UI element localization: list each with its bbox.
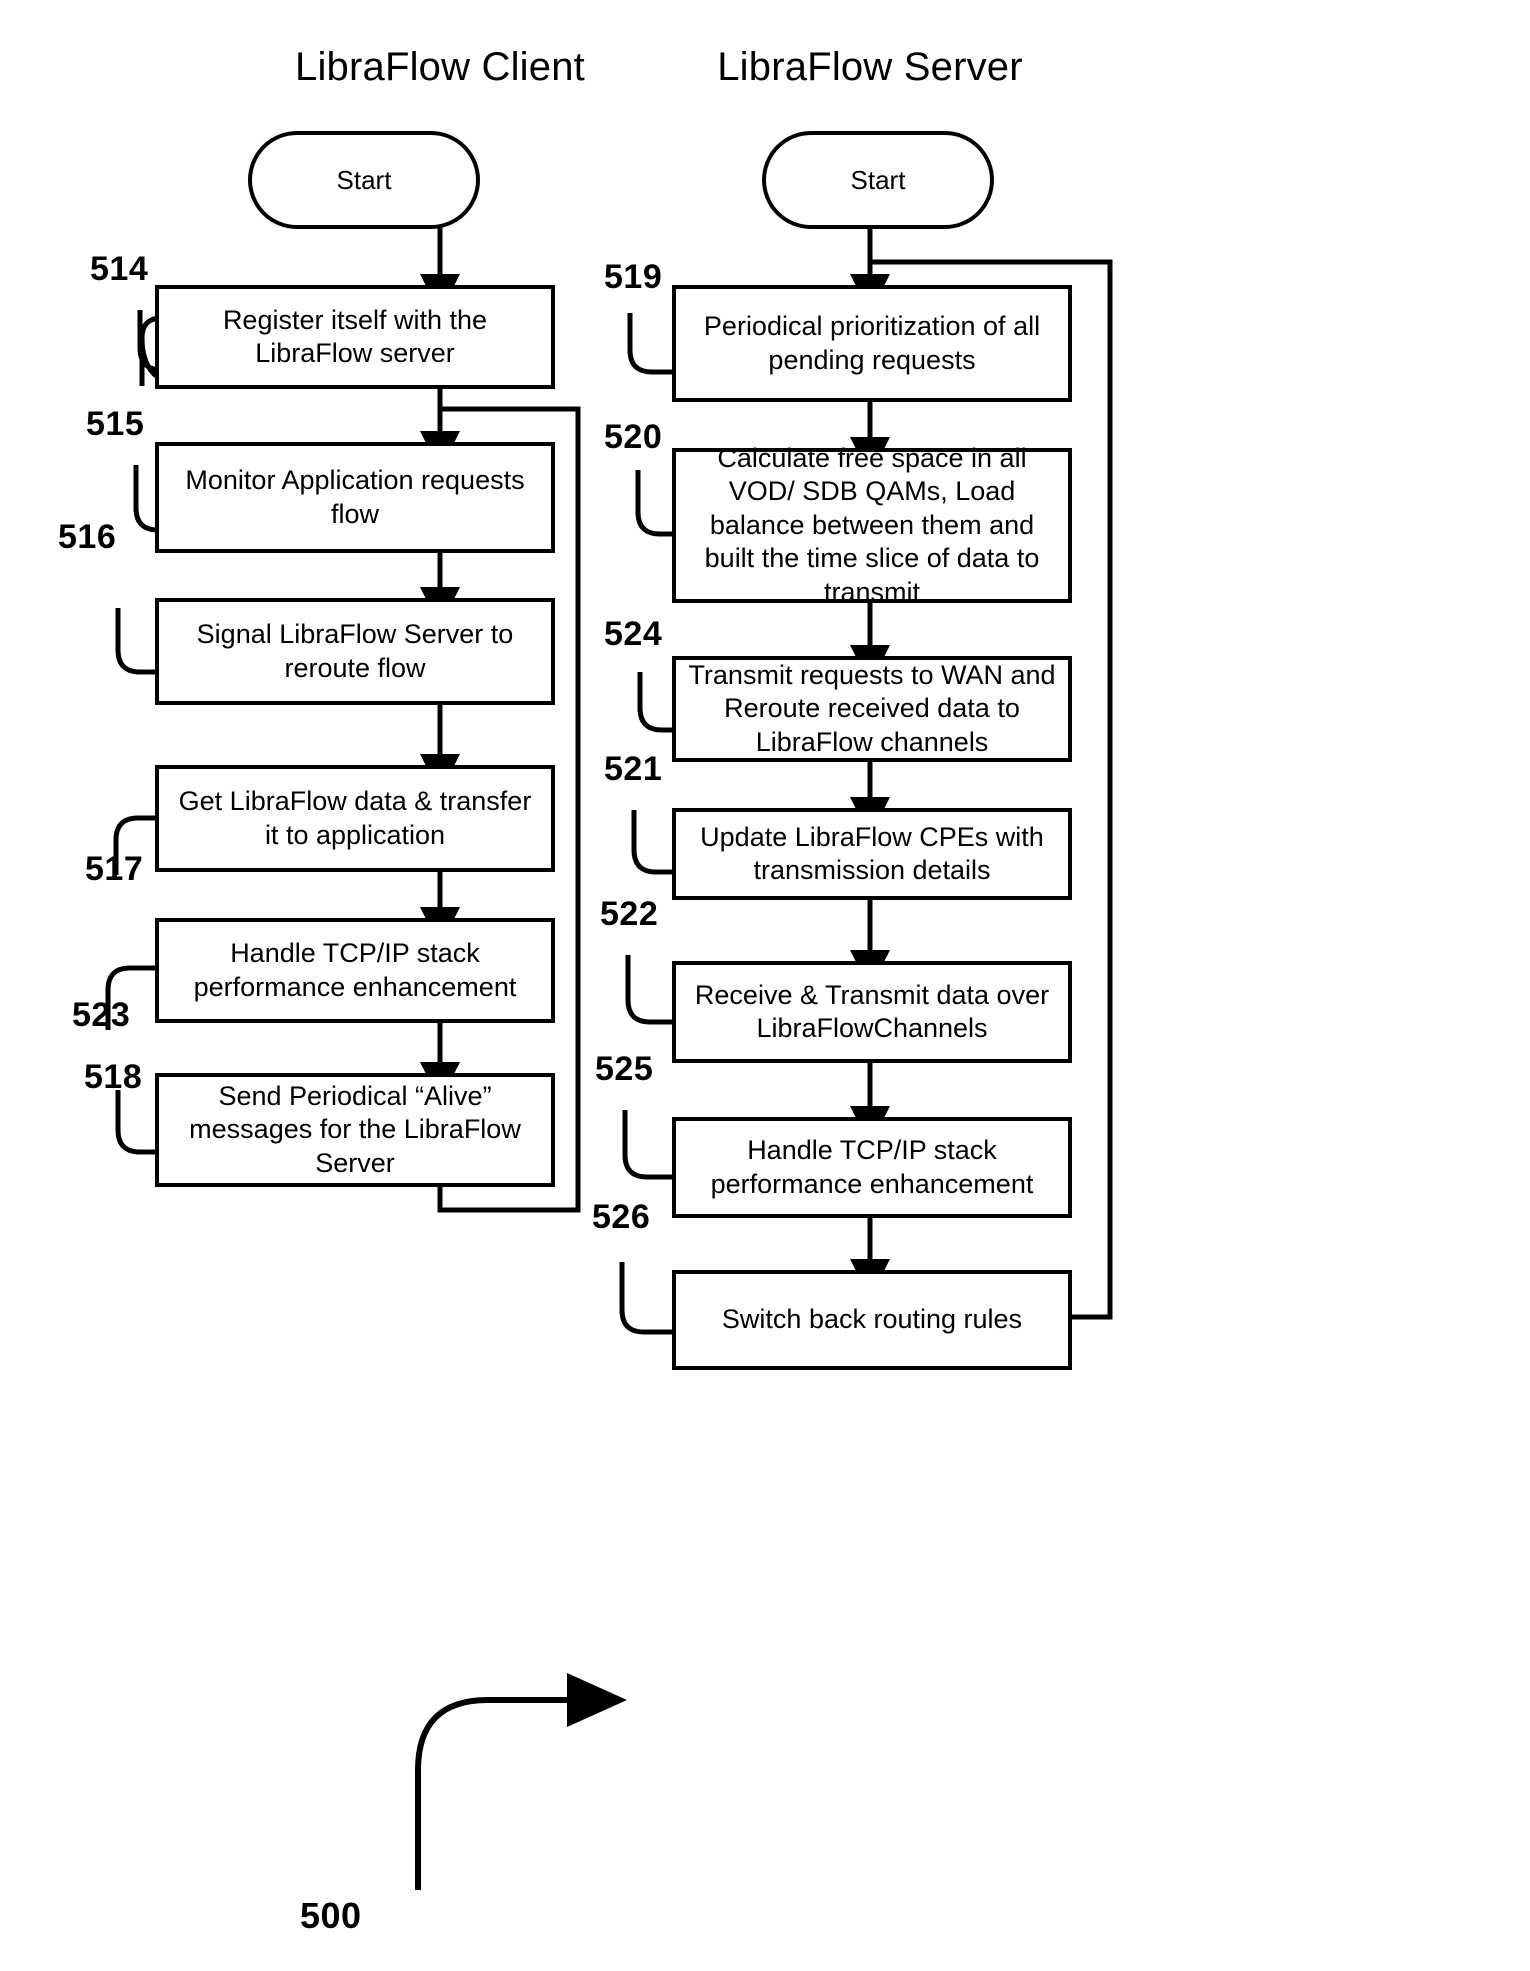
client-step-517-text: Get LibraFlow data & transfer it to appl… xyxy=(178,786,532,850)
server-step-519: Periodical prioritization of all pending… xyxy=(672,285,1072,402)
client-step-523: Handle TCP/IP stack performance enhancem… xyxy=(155,918,555,1023)
server-step-526: Switch back routing rules xyxy=(672,1270,1072,1370)
server-step-522-text: Receive & Transmit data over LibraFlowCh… xyxy=(694,979,1050,1043)
ref-label-520: 520 xyxy=(604,418,663,456)
server-step-525-text: Handle TCP/IP stack performance enhancem… xyxy=(710,1135,1034,1199)
client-step-523-text: Handle TCP/IP stack performance enhancem… xyxy=(193,938,517,1002)
client-step-515: Monitor Application requests flow xyxy=(155,442,555,553)
server-step-521-text: Update LibraFlow CPEs with transmission … xyxy=(700,821,1044,885)
client-step-514: Register itself with the LibraFlow serve… xyxy=(155,285,555,389)
client-start-label: Start xyxy=(336,164,392,195)
client-step-515-text: Monitor Application requests flow xyxy=(185,465,525,529)
client-step-518: Send Periodical “Alive” messages for the… xyxy=(155,1073,555,1187)
client-step-516: Signal LibraFlow Server to reroute flow xyxy=(155,598,555,705)
server-step-522: Receive & Transmit data over LibraFlowCh… xyxy=(672,961,1072,1063)
figure-number-label: 500 xyxy=(300,1895,362,1936)
ref-label-523: 523 xyxy=(72,996,131,1034)
ref-label-521: 521 xyxy=(604,750,663,788)
figure-canvas: LibraFlow Client LibraFlow Server Start … xyxy=(0,0,1530,1971)
client-step-516-text: Signal LibraFlow Server to reroute flow xyxy=(196,619,514,683)
ref-label-516: 516 xyxy=(58,518,117,556)
client-step-518-text: Send Periodical “Alive” messages for the… xyxy=(189,1080,521,1178)
client-start-node: Start xyxy=(248,131,480,229)
server-step-525: Handle TCP/IP stack performance enhancem… xyxy=(672,1117,1072,1218)
column-title-client: LibraFlow Client xyxy=(295,45,585,89)
ref-label-517: 517 xyxy=(85,850,144,888)
client-step-517: Get LibraFlow data & transfer it to appl… xyxy=(155,765,555,872)
server-step-519-text: Periodical prioritization of all pending… xyxy=(703,311,1041,375)
server-start-node: Start xyxy=(762,131,994,229)
client-step-514-text: Register itself with the LibraFlow serve… xyxy=(222,304,488,368)
column-title-server: LibraFlow Server xyxy=(717,45,1023,89)
ref-label-526: 526 xyxy=(592,1198,651,1236)
ref-label-514: 514 xyxy=(90,250,149,288)
server-step-520-text: Calculate free space in all VOD/ SDB QAM… xyxy=(704,442,1040,607)
server-step-524: Transmit requests to WAN and Reroute rec… xyxy=(672,656,1072,762)
server-step-521: Update LibraFlow CPEs with transmission … xyxy=(672,808,1072,900)
ref-label-518: 518 xyxy=(84,1058,143,1096)
server-step-524-text: Transmit requests to WAN and Reroute rec… xyxy=(688,659,1056,757)
ref-label-515: 515 xyxy=(86,405,145,443)
ref-label-519: 519 xyxy=(604,258,663,296)
ref-label-525: 525 xyxy=(595,1050,654,1088)
server-step-520: Calculate free space in all VOD/ SDB QAM… xyxy=(672,443,1072,607)
server-step-526-text: Switch back routing rules xyxy=(721,1304,1023,1335)
ref-label-522: 522 xyxy=(600,895,659,933)
server-start-label: Start xyxy=(850,164,906,195)
ref-label-524: 524 xyxy=(604,615,663,653)
